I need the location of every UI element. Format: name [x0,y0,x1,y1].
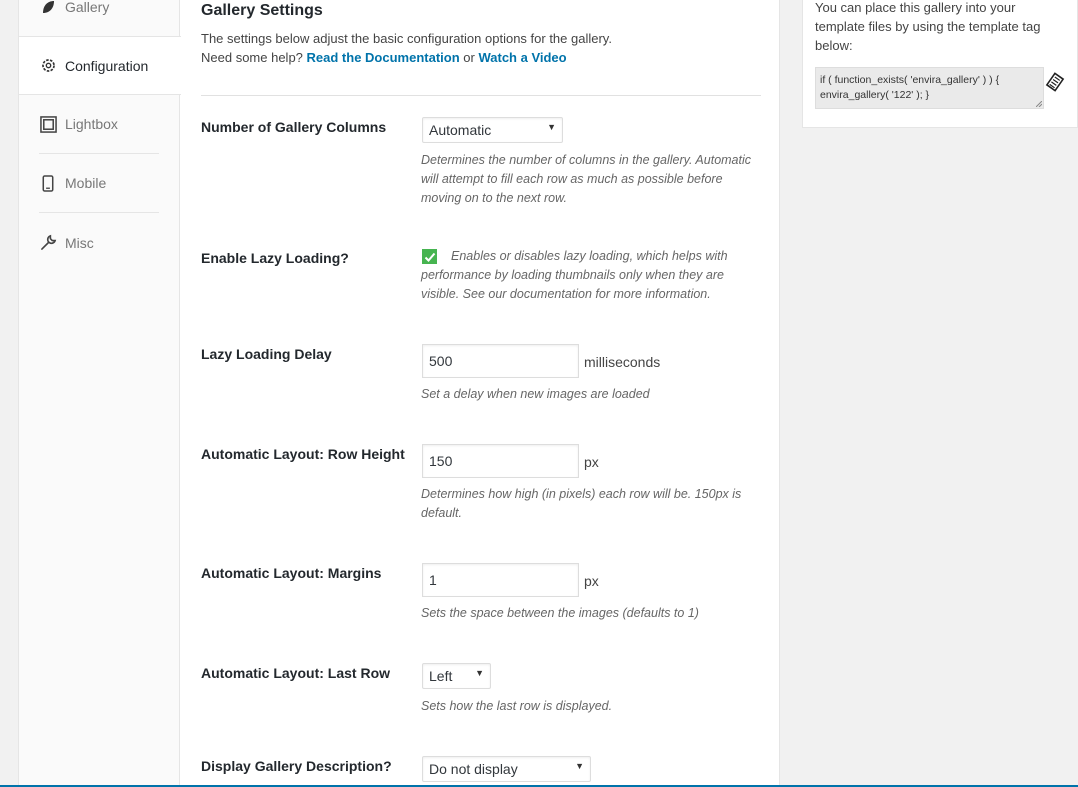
lazy-loading-label: Enable Lazy Loading? [201,250,349,266]
help-line: Need some help? Read the Documentation o… [201,48,661,67]
margins-value: 1 [429,572,437,588]
template-tag-code[interactable]: if ( function_exists( 'envira_gallery' )… [815,67,1044,109]
description-text: The settings below adjust the basic conf… [201,31,612,46]
tab-misc[interactable]: Misc [39,213,159,272]
tab-configuration-label: Configuration [65,57,149,74]
row-height-value: 150 [429,453,453,469]
code-line-2: envira_gallery( '122' ); } [820,89,930,101]
columns-value: Automatic [429,122,492,138]
columns-select[interactable]: Automatic ▼ [422,117,563,143]
margins-unit: px [584,573,599,589]
lazy-loading-help: Enables or disables lazy loading, which … [421,249,728,301]
settings-description: The settings below adjust the basic conf… [201,29,661,67]
leaf-icon [39,0,57,16]
columns-help: Determines the number of columns in the … [421,153,752,205]
tab-misc-label: Misc [65,234,94,251]
settings-tabs: Gallery Configuration Lightbox Mobile Mi… [19,0,181,787]
tab-mobile-label: Mobile [65,175,107,191]
lazy-delay-unit: milliseconds [584,354,661,370]
last-row-value: Left [429,668,453,684]
page-title: Gallery Settings [201,2,323,19]
gear-icon [39,57,57,75]
wrench-icon [39,234,57,252]
last-row-select[interactable]: Left ▼ [422,663,491,689]
video-link[interactable]: Watch a Video [478,50,566,65]
lazy-delay-help: Set a delay when new images are loaded [421,387,650,401]
tab-gallery[interactable]: Gallery [39,0,159,36]
tab-mobile[interactable]: Mobile [39,154,159,213]
row-height-help: Determines how high (in pixels) each row… [421,487,742,520]
documentation-link[interactable]: Read the Documentation [307,50,460,65]
template-tag-text: You can place this gallery into your tem… [815,0,1041,53]
code-line-1: if ( function_exists( 'envira_gallery' )… [820,74,1000,86]
row-height-unit: px [584,454,599,470]
tab-lightbox-label: Lightbox [65,116,118,132]
columns-label: Number of Gallery Columns [201,119,387,135]
clipboard-icon[interactable] [1045,72,1065,92]
description-label: Display Gallery Description? [201,758,392,774]
tab-lightbox[interactable]: Lightbox [39,95,159,154]
gallery-metabox: Gallery Configuration Lightbox Mobile Mi… [18,0,780,787]
lazy-delay-input[interactable]: 500 [422,344,579,378]
margins-input[interactable]: 1 [422,563,579,597]
tab-configuration[interactable]: Configuration [19,36,181,95]
chevron-down-icon: ▼ [547,122,556,132]
last-row-label: Automatic Layout: Last Row [201,665,391,681]
row-height-label: Automatic Layout: Row Height [201,446,405,462]
chevron-down-icon: ▼ [575,761,584,771]
chevron-down-icon: ▼ [475,668,484,678]
description-select[interactable]: Do not display ▼ [422,756,591,782]
margins-label: Automatic Layout: Margins [201,565,382,581]
lightbox-icon [39,115,57,133]
divider [201,95,761,96]
lazy-delay-value: 500 [429,353,453,369]
lazy-delay-label: Lazy Loading Delay [201,346,332,362]
description-value: Do not display [429,761,518,777]
template-tag-box: You can place this gallery into your tem… [802,0,1078,128]
margins-help: Sets the space between the images (defau… [421,606,699,620]
help-prefix: Need some help? [201,50,303,65]
resize-handle-icon[interactable] [1036,101,1042,107]
or-text: or [463,50,475,65]
tab-gallery-label: Gallery [65,0,110,15]
row-height-input[interactable]: 150 [422,444,579,478]
mobile-icon [39,174,57,192]
last-row-help: Sets how the last row is displayed. [421,699,613,713]
